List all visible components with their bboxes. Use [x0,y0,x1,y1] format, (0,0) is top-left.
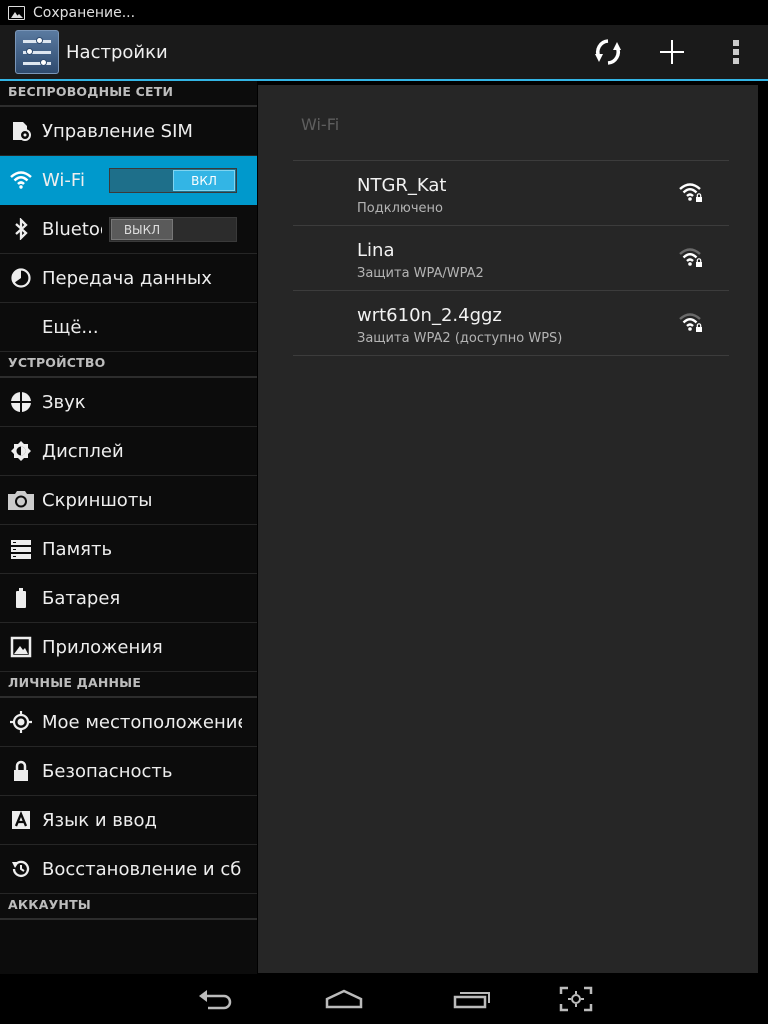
sidebar-item-label: Мое местоположение [42,711,242,733]
wifi-network-item[interactable]: NTGR_Kat Подключено [293,161,729,226]
section-header: АККАУНТЫ [0,894,257,920]
overflow-menu-icon [733,40,739,64]
screenshot-button[interactable] [544,974,608,1024]
sidebar-item-label: Язык и ввод [42,809,157,831]
back-button[interactable] [184,974,248,1024]
sidebar-item-lock[interactable]: Безопасность [0,747,257,796]
wifi-network-name: Lina [357,240,395,261]
battery-icon [0,574,42,623]
sidebar-item-camera[interactable]: Скриншоты [0,476,257,525]
toggle-state-label: ВКЛ [173,170,235,191]
home-icon [325,989,363,1009]
sidebar-item-label: Батарея [42,587,121,609]
wifi-network-list: NTGR_Kat Подключено Lina Защита WPA/WPA2 wrt… [293,160,729,356]
wifi-signal-locked-icon [679,183,703,203]
action-bar: Настройки [0,25,768,79]
sidebar-item-label: Приложения [42,636,163,658]
language-icon [0,796,42,845]
sidebar-item-label: Память [42,538,113,560]
recent-apps-icon [453,992,490,1009]
storage-icon [0,525,42,574]
sidebar-item-apps[interactable]: Приложения [0,623,257,672]
sidebar-item-label: Ещё... [42,316,99,338]
sidebar-item-sound[interactable]: Звук [0,378,257,427]
sidebar-item-language[interactable]: Язык и ввод [0,796,257,845]
wifi-signal-locked-icon [679,313,703,333]
page-title: Настройки [66,41,168,63]
add-icon [660,40,684,64]
location-icon [0,698,42,747]
wifi-network-status: Подключено [357,201,443,216]
wifi-network-item[interactable]: wrt610n_2.4ggz Защита WPA2 (доступно WPS) [293,291,729,356]
navigation-bar [0,974,768,1024]
sidebar-item-label: Дисплей [42,440,124,462]
sidebar-item-label: Управление SIM [42,120,193,142]
sync-button[interactable] [576,25,640,79]
sound-icon [0,378,42,427]
section-header: УСТРОЙСТВО [0,352,257,378]
status-bar: Сохранение... [0,0,768,25]
settings-content: БЕСПРОВОДНЫЕ СЕТИ Управление SIM Wi-Fi ВКЛ B… [0,81,768,1024]
sidebar-item-bluetooth[interactable]: Bluetooth ВЫКЛ [0,205,257,254]
sidebar-item-wifi[interactable]: Wi-Fi ВКЛ [0,156,257,205]
wifi-signal-locked-icon [679,248,703,268]
back-icon [199,990,232,1010]
sidebar-item-location[interactable]: Мое местоположение [0,698,257,747]
wifi-panel-title: Wi-Fi [301,115,340,134]
screenshot-icon [559,986,593,1012]
recent-apps-button[interactable] [440,974,504,1024]
add-button[interactable] [640,25,704,79]
picture-icon [8,5,25,20]
sidebar-item-icon-placeholder [0,303,42,352]
sidebar-item-label: Bluetooth [42,218,102,240]
sim-settings-icon [0,107,42,156]
camera-icon [0,476,42,525]
bluetooth-toggle-switch[interactable]: ВЫКЛ [109,217,237,242]
sidebar-item-label: Безопасность [42,760,173,782]
data-usage-icon [0,254,42,303]
sidebar-item-backup-restore[interactable]: Восстановление и сброс [0,845,257,894]
wifi-panel: Wi-Fi NTGR_Kat Подключено Lina Защита WPA/W… [258,85,758,973]
backup-restore-icon [0,845,42,894]
overflow-menu-button[interactable] [704,25,768,79]
sync-icon [595,39,621,65]
home-button[interactable] [312,974,376,1024]
lock-icon [0,747,42,796]
settings-sidebar[interactable]: БЕСПРОВОДНЫЕ СЕТИ Управление SIM Wi-Fi ВКЛ B… [0,81,257,974]
sidebar-item-data-usage[interactable]: Передача данных [0,254,257,303]
sidebar-item-battery[interactable]: Батарея [0,574,257,623]
wifi-network-name: wrt610n_2.4ggz [357,305,502,326]
sidebar-item-label: Передача данных [42,267,212,289]
sidebar-item-storage[interactable]: Память [0,525,257,574]
sidebar-item-label: Wi-Fi [42,169,85,191]
sidebar-item-more[interactable]: Ещё... [0,303,257,352]
apps-icon [0,623,42,672]
wifi-toggle-switch[interactable]: ВКЛ [109,168,237,193]
wifi-network-name: NTGR_Kat [357,175,447,196]
sidebar-item-sim-settings[interactable]: Управление SIM [0,107,257,156]
sidebar-item-label: Восстановление и сброс [42,858,242,880]
sidebar-item-label: Скриншоты [42,489,153,511]
toggle-state-label: ВЫКЛ [111,219,173,240]
status-notification-text: Сохранение... [33,4,136,21]
sidebar-item-label: Звук [42,391,86,413]
section-header: ЛИЧНЫЕ ДАННЫЕ [0,672,257,698]
section-header: БЕСПРОВОДНЫЕ СЕТИ [0,81,257,107]
wifi-network-item[interactable]: Lina Защита WPA/WPA2 [293,226,729,291]
display-brightness-icon [0,427,42,476]
bluetooth-icon [0,205,42,254]
wifi-network-status: Защита WPA2 (доступно WPS) [357,331,563,346]
sidebar-item-display-brightness[interactable]: Дисплей [0,427,257,476]
settings-sliders-icon[interactable] [15,30,59,74]
wifi-icon [0,156,42,205]
wifi-network-status: Защита WPA/WPA2 [357,266,484,281]
